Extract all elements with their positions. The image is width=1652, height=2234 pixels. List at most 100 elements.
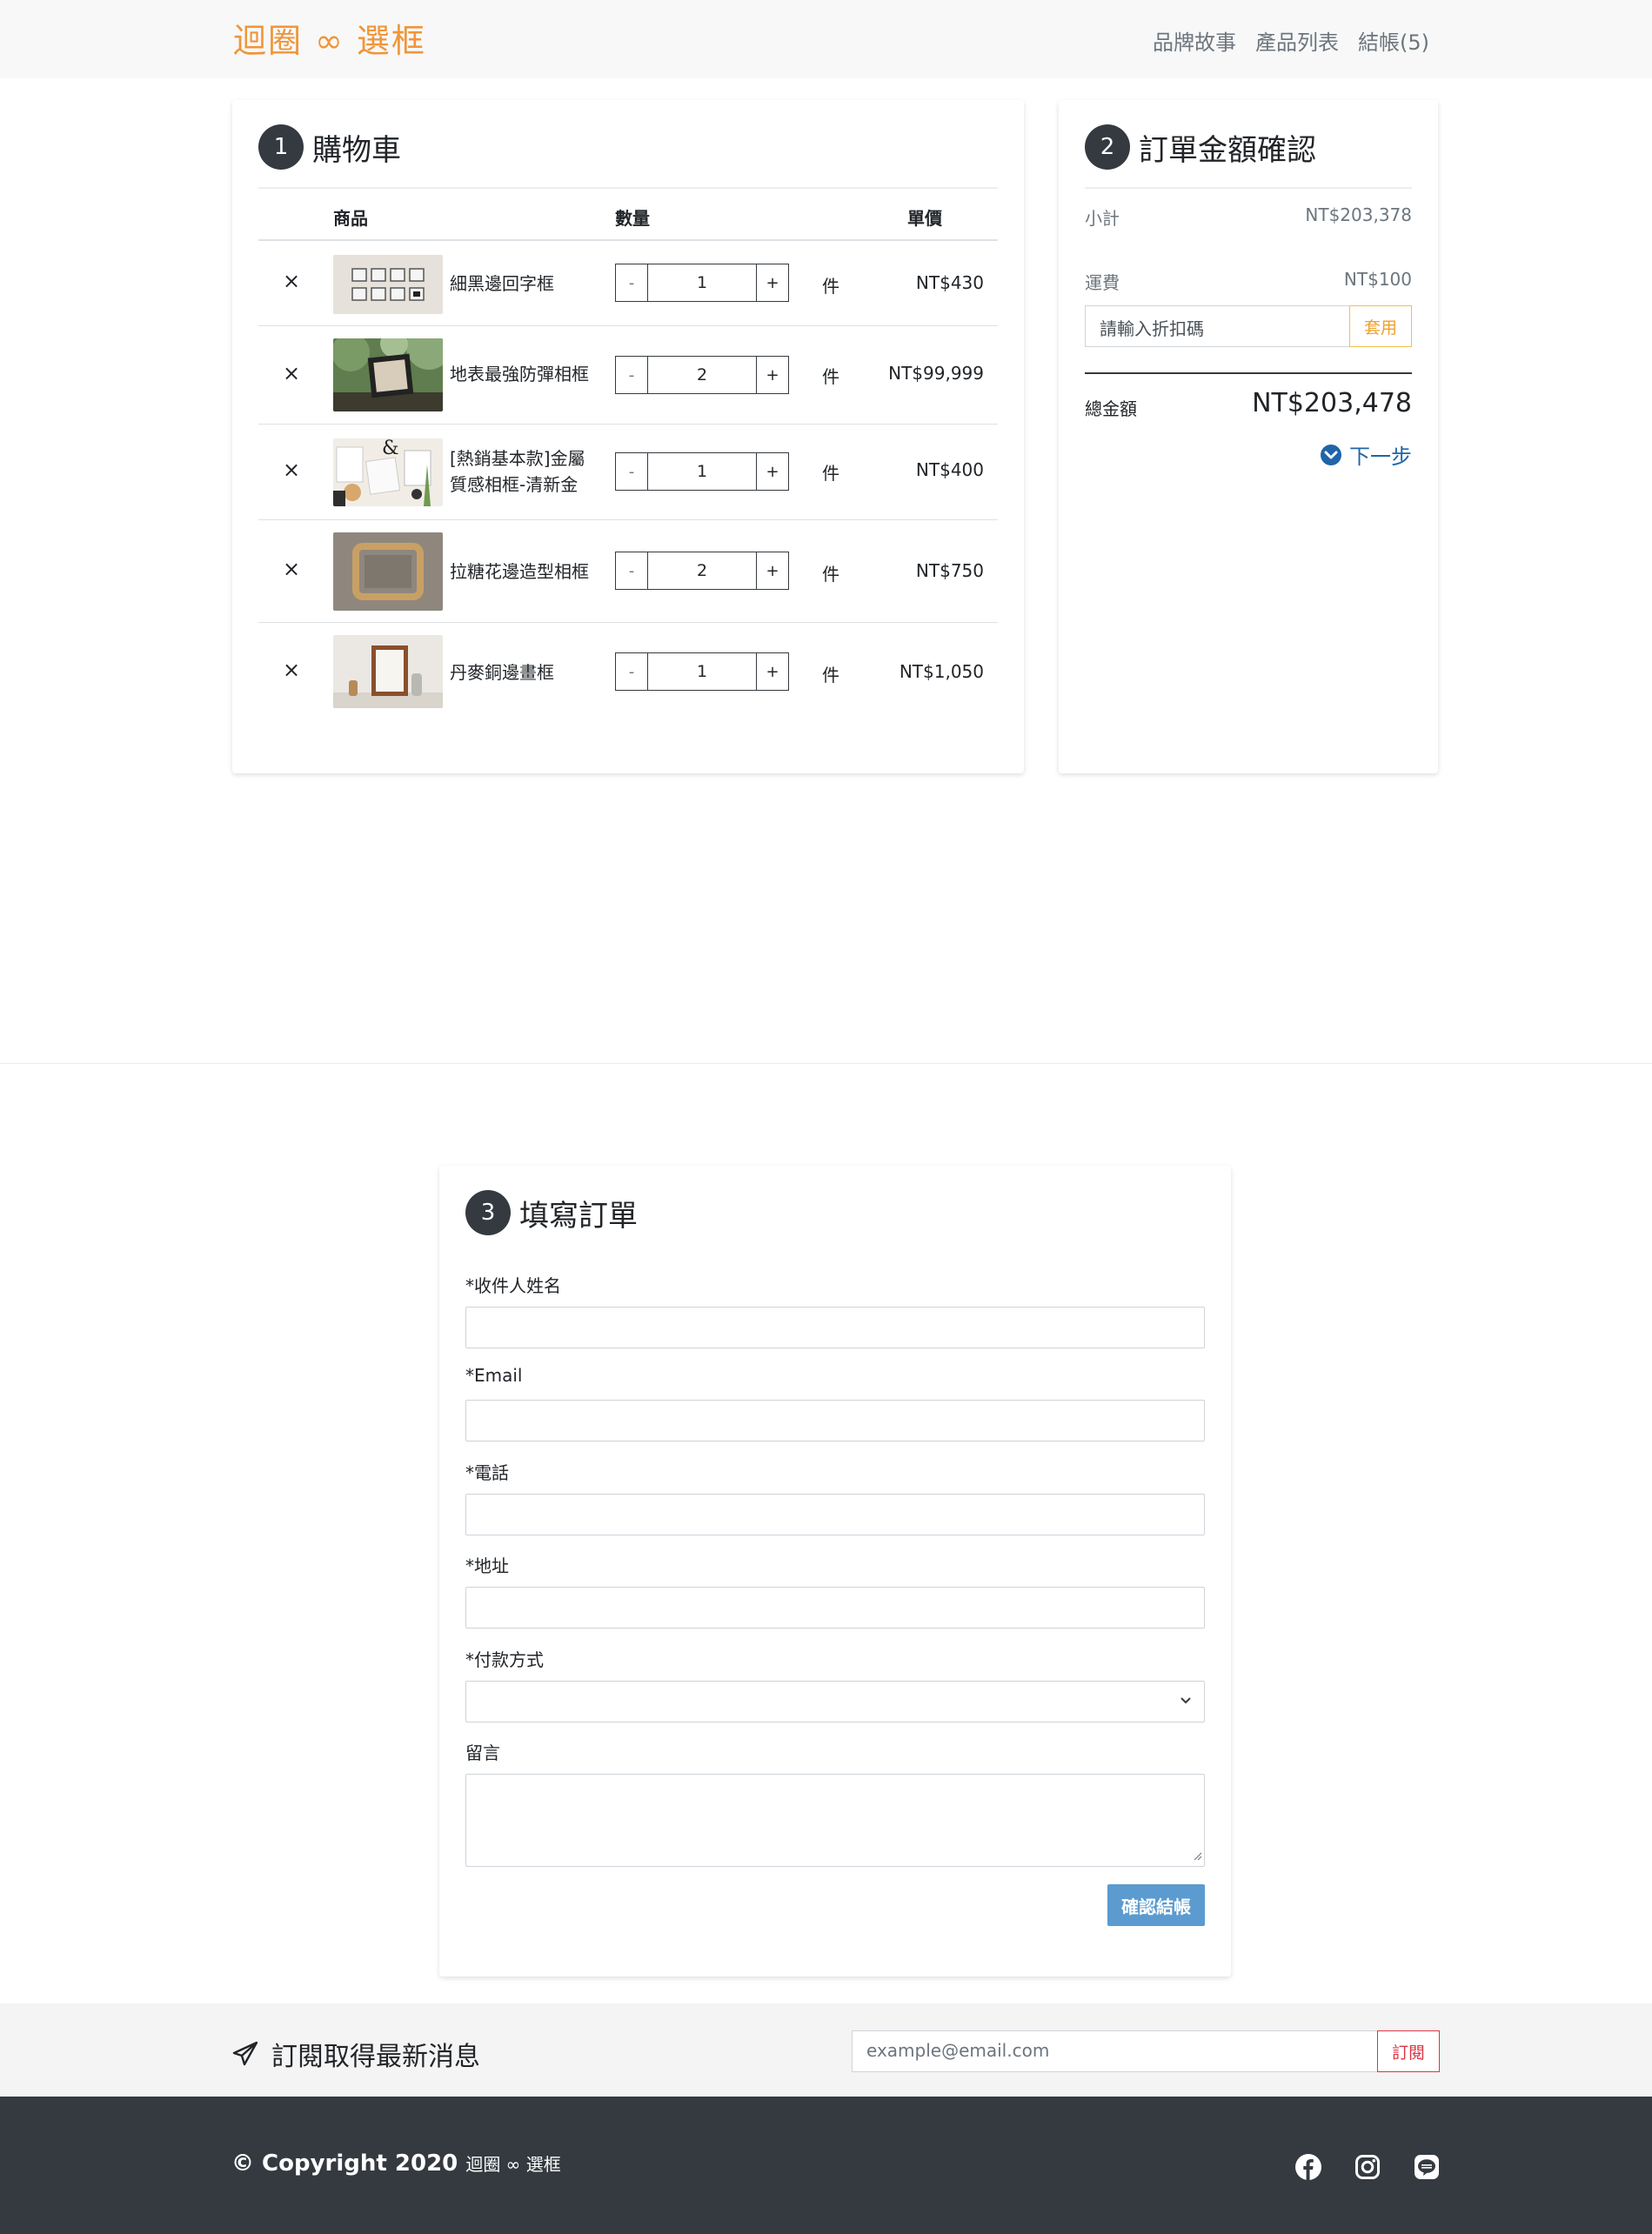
quantity-stepper: - 1 + (615, 264, 789, 302)
decrease-quantity-button[interactable]: - (615, 356, 648, 394)
form-title: 填寫訂單 (519, 1198, 638, 1234)
table-row: × 丹麥銅邊畫框 - 1 + 件 NT$1,050 (258, 623, 998, 723)
shipping-row: 運費 NT$100 (1085, 269, 1412, 294)
remove-item-button[interactable]: × (283, 458, 300, 482)
brand-logo[interactable]: 迴圈 ∞ 選框 (233, 14, 426, 62)
order-form-card: 3 填寫訂單 *收件人姓名 *Email *電話 *地址 *付款方式 留言 確認… (439, 1166, 1231, 1976)
step-badge: 2 (1085, 124, 1130, 170)
phone-field[interactable] (465, 1494, 1205, 1535)
unit-label: 件 (822, 463, 839, 484)
social-links (1295, 2154, 1440, 2180)
remove-item-button[interactable]: × (283, 557, 300, 581)
svg-text:&: & (382, 438, 399, 459)
unit-price: NT$400 (915, 459, 984, 480)
section-divider (0, 1063, 1652, 1064)
quantity-stepper: - 1 + (615, 452, 789, 491)
table-row: × 地表最強防彈相框 - 2 + 件 NT$99,999 (258, 326, 998, 425)
product-thumbnail[interactable]: & (333, 438, 443, 506)
line-icon[interactable] (1414, 2154, 1440, 2180)
next-step-label: 下一步 (1349, 445, 1412, 469)
payment-method-label: *付款方式 (465, 1649, 544, 1670)
increase-quantity-button[interactable]: + (756, 552, 789, 590)
divider (1085, 187, 1412, 189)
unit-price: NT$1,050 (899, 661, 984, 682)
decrease-quantity-button[interactable]: - (615, 652, 648, 691)
payment-method-select[interactable] (465, 1681, 1205, 1722)
cart-table-header: 商品 數量 單價 (258, 187, 998, 241)
subscribe-title: 訂閱取得最新消息 (271, 2042, 480, 2072)
total-value: NT$203,478 (1252, 388, 1412, 418)
paper-plane-icon (231, 2040, 259, 2068)
unit-label: 件 (822, 564, 839, 585)
apply-coupon-button[interactable]: 套用 (1349, 305, 1412, 347)
copyright-text: © Copyright 2020 (231, 2150, 458, 2177)
decrease-quantity-button[interactable]: - (615, 452, 648, 491)
table-row: × & [熱銷基本款]金屬質感相框-清新金 - 1 + 件 NT$400 (258, 425, 998, 520)
message-textarea[interactable] (465, 1774, 1205, 1867)
cart-heading: 1 購物車 (258, 124, 401, 170)
nav-link-checkout[interactable]: 結帳(5) (1358, 25, 1429, 56)
remove-item-button[interactable]: × (283, 361, 300, 385)
recipient-name-label: *收件人姓名 (465, 1275, 561, 1296)
quantity-input[interactable]: 1 (648, 264, 756, 302)
address-label: *地址 (465, 1555, 509, 1576)
product-name[interactable]: 細黑邊回字框 (450, 271, 598, 297)
quantity-stepper: - 2 + (615, 356, 789, 394)
increase-quantity-button[interactable]: + (756, 356, 789, 394)
footer: © Copyright 2020 迴圈 ∞ 選框 (0, 2097, 1652, 2234)
email-label: *Email (465, 1365, 523, 1386)
nav-link-brand-story[interactable]: 品牌故事 (1153, 25, 1236, 56)
header-product: 商品 (333, 208, 368, 229)
total-row: 總金額 NT$203,478 (1085, 372, 1412, 420)
quantity-input[interactable]: 1 (648, 452, 756, 491)
product-name[interactable]: [熱銷基本款]金屬質感相框-清新金 (450, 445, 598, 498)
increase-quantity-button[interactable]: + (756, 452, 789, 491)
unit-price: NT$99,999 (888, 363, 984, 384)
unit-label: 件 (822, 665, 839, 686)
copyright: © Copyright 2020 迴圈 ∞ 選框 (231, 2150, 561, 2177)
nav-link-products[interactable]: 產品列表 (1255, 25, 1339, 56)
product-name[interactable]: 拉糖花邊造型相框 (450, 558, 598, 585)
quantity-input[interactable]: 1 (648, 652, 756, 691)
email-field[interactable] (465, 1400, 1205, 1441)
quantity-stepper: - 2 + (615, 552, 789, 590)
cart-title: 購物車 (312, 132, 401, 168)
subscribe-email-input[interactable]: example@email.com (852, 2030, 1377, 2072)
remove-item-button[interactable]: × (283, 658, 300, 682)
total-label: 總金額 (1085, 398, 1137, 419)
quantity-input[interactable]: 2 (648, 356, 756, 394)
subscribe-heading: 訂閱取得最新消息 (231, 2035, 480, 2073)
decrease-quantity-button[interactable]: - (615, 264, 648, 302)
summary-title: 訂單金額確認 (1139, 132, 1316, 168)
resize-handle-icon[interactable] (1192, 1848, 1202, 1864)
table-row: × 細黑邊回字框 - 1 + 件 NT$430 (258, 241, 998, 326)
address-field[interactable] (465, 1587, 1205, 1629)
remove-item-button[interactable]: × (283, 269, 300, 293)
quantity-input[interactable]: 2 (648, 552, 756, 590)
chevron-down-icon (1178, 1692, 1194, 1711)
instagram-icon[interactable] (1354, 2154, 1381, 2180)
confirm-checkout-button[interactable]: 確認結帳 (1107, 1884, 1205, 1926)
decrease-quantity-button[interactable]: - (615, 552, 648, 590)
increase-quantity-button[interactable]: + (756, 652, 789, 691)
next-step-link[interactable]: 下一步 (1320, 439, 1412, 470)
product-thumbnail[interactable] (333, 635, 443, 708)
subtotal-value: NT$203,378 (1305, 204, 1412, 225)
increase-quantity-button[interactable]: + (756, 264, 789, 302)
product-thumbnail[interactable] (333, 255, 443, 314)
subtotal-label: 小計 (1085, 208, 1120, 229)
recipient-name-field[interactable] (465, 1307, 1205, 1348)
unit-price: NT$430 (915, 272, 984, 293)
product-thumbnail[interactable] (333, 532, 443, 611)
product-thumbnail[interactable] (333, 338, 443, 411)
coupon-input[interactable]: 請輸入折扣碼 (1085, 305, 1349, 347)
subscribe-button[interactable]: 訂閱 (1377, 2030, 1440, 2072)
shipping-value: NT$100 (1343, 269, 1412, 290)
unit-price: NT$750 (915, 560, 984, 581)
subscribe-bar: 訂閱取得最新消息 example@email.com 訂閱 (0, 2003, 1652, 2097)
chevron-down-circle-icon (1320, 444, 1342, 466)
form-heading: 3 填寫訂單 (465, 1190, 638, 1235)
facebook-icon[interactable] (1295, 2154, 1321, 2180)
product-name[interactable]: 地表最強防彈相框 (450, 361, 598, 387)
product-name[interactable]: 丹麥銅邊畫框 (450, 659, 598, 686)
